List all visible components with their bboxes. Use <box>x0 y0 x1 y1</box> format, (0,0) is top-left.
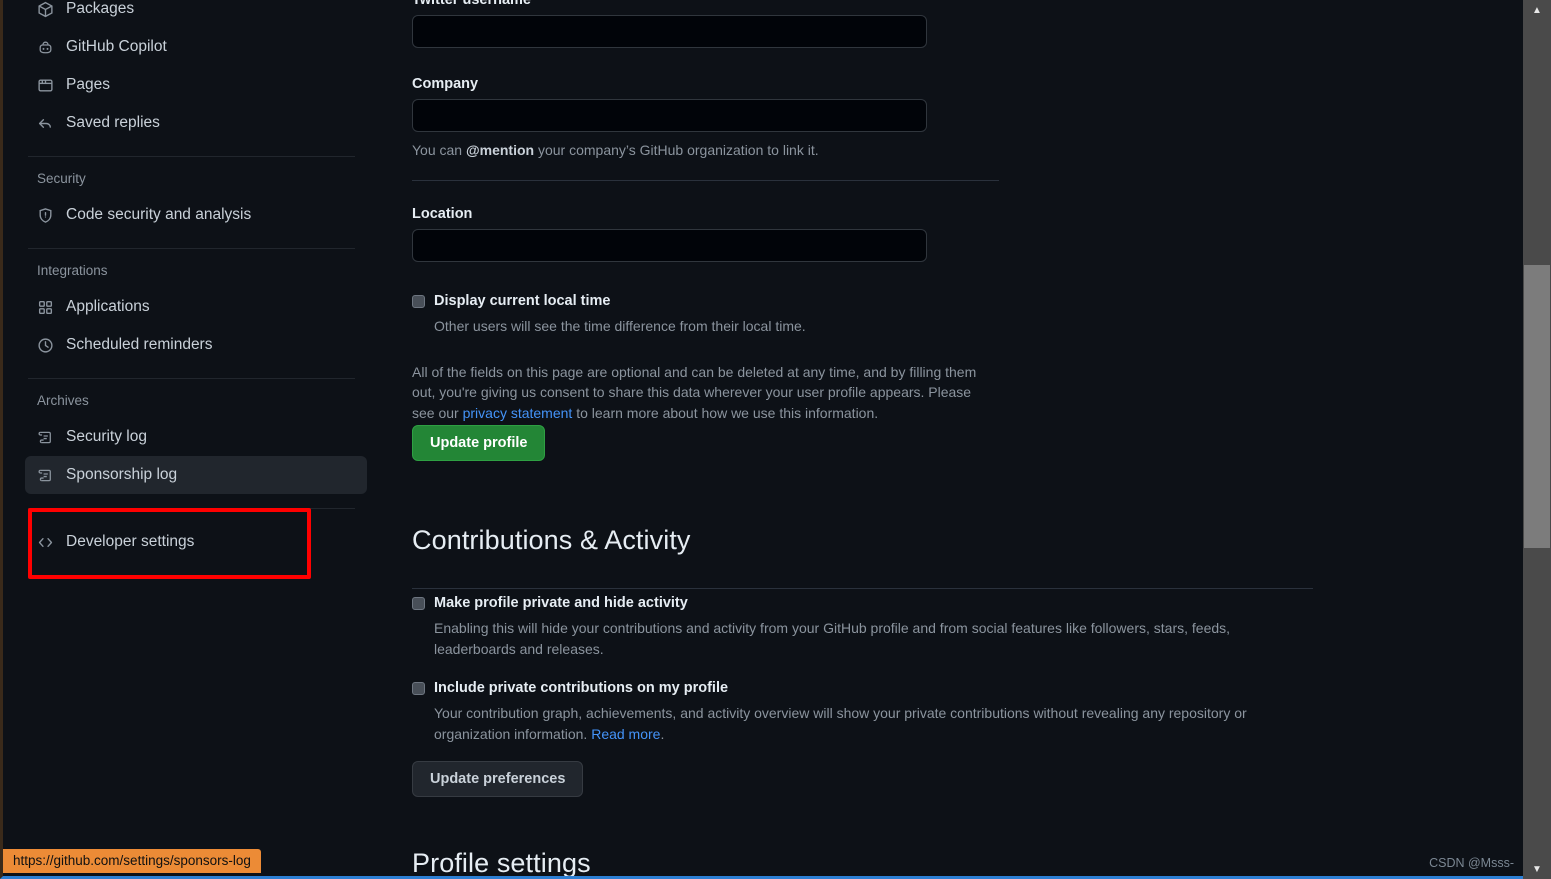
display-local-time-label: Display current local time <box>434 293 611 309</box>
contributions-option-private-contributions: Include private contributions on my prof… <box>412 679 1272 745</box>
include-private-contributions-text-tail: . <box>660 725 665 742</box>
local-time-setting: Display current local time Other users w… <box>412 292 1012 337</box>
company-note-suffix: your company’s GitHub organization to li… <box>534 142 819 158</box>
include-private-contributions-description: Your contribution graph, achievements, a… <box>434 703 1272 745</box>
location-label: Location <box>412 206 473 222</box>
display-local-time-description: Other users will see the time difference… <box>434 317 806 334</box>
consent-paragraph: All of the fields on this page are optio… <box>412 362 997 423</box>
company-note-mention: @mention <box>465 142 535 158</box>
scroll-down-arrow-icon[interactable]: ▼ <box>1523 859 1551 879</box>
include-private-contributions-label: Include private contributions on my prof… <box>434 680 729 696</box>
make-profile-private-description: Enabling this will hide your contributio… <box>434 619 1231 657</box>
content-divider <box>412 180 999 182</box>
watermark-text: CSDN @Msss- <box>1429 856 1514 870</box>
clock-icon <box>37 337 54 354</box>
field-location: Location <box>412 206 927 262</box>
privacy-statement-link[interactable]: privacy statement <box>463 405 573 421</box>
log-scroll-icon <box>37 429 54 446</box>
sidebar-item-label: Applications <box>66 298 150 315</box>
sidebar-item-packages[interactable]: Packages <box>25 0 367 28</box>
code-brackets-icon <box>37 534 54 551</box>
field-twitter-username: Twitter username <box>412 0 927 48</box>
vertical-scrollbar[interactable]: ▲ ▼ <box>1523 0 1551 879</box>
field-company: Company You can @mention your company’s … <box>412 76 999 197</box>
sidebar-item-label: Packages <box>66 0 135 17</box>
checkbox-display-local-time[interactable] <box>412 295 425 308</box>
sidebar-item-scheduled-reminders[interactable]: Scheduled reminders <box>25 326 367 364</box>
company-input[interactable] <box>412 99 927 132</box>
read-more-link[interactable]: Read more <box>591 726 660 742</box>
shield-icon <box>37 207 54 224</box>
reply-arrow-icon <box>37 115 54 132</box>
package-icon <box>37 1 54 18</box>
sidebar-divider <box>28 156 355 157</box>
sidebar-item-label: Developer settings <box>66 533 195 550</box>
sidebar-item-label: Scheduled reminders <box>66 336 213 353</box>
browser-viewport: Packages GitHub Copilot Pages Saved repl… <box>3 0 1520 876</box>
location-input[interactable] <box>412 229 927 262</box>
sidebar-item-label: Security log <box>66 428 147 445</box>
sidebar-heading-integrations: Integrations <box>37 263 108 278</box>
sidebar-item-pages[interactable]: Pages <box>25 66 367 104</box>
consent-text-part2: to learn more about how we use this info… <box>572 404 879 421</box>
sidebar-heading-security: Security <box>37 171 86 186</box>
profile-settings-heading: Profile settings <box>412 848 591 876</box>
apps-grid-icon <box>37 299 54 316</box>
contributions-section-heading: Contributions & Activity <box>412 525 691 555</box>
sidebar-item-label: Sponsorship log <box>66 466 178 483</box>
sidebar-item-sponsorship-log[interactable]: Sponsorship log <box>25 456 367 494</box>
sidebar-item-label: Pages <box>66 76 110 93</box>
update-preferences-button[interactable]: Update preferences <box>412 761 584 797</box>
sidebar-item-code-security-and-analysis[interactable]: Code security and analysis <box>25 196 367 234</box>
scrollbar-thumb[interactable] <box>1524 265 1550 548</box>
sidebar-item-label: Code security and analysis <box>66 206 252 223</box>
make-profile-private-label: Make profile private and hide activity <box>434 595 688 611</box>
sidebar-item-applications[interactable]: Applications <box>25 288 367 326</box>
company-label: Company <box>412 76 479 92</box>
contributions-option-private-profile: Make profile private and hide activity E… <box>412 594 1272 660</box>
checkbox-include-private-contributions[interactable] <box>412 682 425 695</box>
company-note-prefix: You can <box>412 142 466 158</box>
sidebar-heading-archives: Archives <box>37 393 89 408</box>
settings-sidebar: Packages GitHub Copilot Pages Saved repl… <box>25 0 367 561</box>
twitter-username-label: Twitter username <box>412 0 531 8</box>
checkbox-make-profile-private[interactable] <box>412 597 425 610</box>
status-bar-url: https://github.com/settings/sponsors-log <box>3 849 261 873</box>
update-profile-button[interactable]: Update profile <box>412 425 546 461</box>
include-private-contributions-text: Your contribution graph, achievements, a… <box>434 704 1247 742</box>
sidebar-divider <box>28 378 355 379</box>
sidebar-item-label: Saved replies <box>66 114 160 131</box>
sidebar-item-github-copilot[interactable]: GitHub Copilot <box>25 28 367 66</box>
log-scroll-icon <box>37 467 54 484</box>
scroll-up-arrow-icon[interactable]: ▲ <box>1523 0 1551 20</box>
twitter-username-input[interactable] <box>412 15 927 48</box>
browser-window-icon <box>37 77 54 94</box>
copilot-icon <box>37 39 54 56</box>
contributions-divider <box>412 588 1313 589</box>
company-note: You can @mention your company’s GitHub o… <box>412 140 999 160</box>
sidebar-item-security-log[interactable]: Security log <box>25 418 367 456</box>
sidebar-divider <box>28 248 355 249</box>
sidebar-divider <box>28 508 355 509</box>
sidebar-item-saved-replies[interactable]: Saved replies <box>25 104 367 142</box>
sidebar-item-label: GitHub Copilot <box>66 38 167 55</box>
sidebar-item-developer-settings[interactable]: Developer settings <box>25 523 367 561</box>
